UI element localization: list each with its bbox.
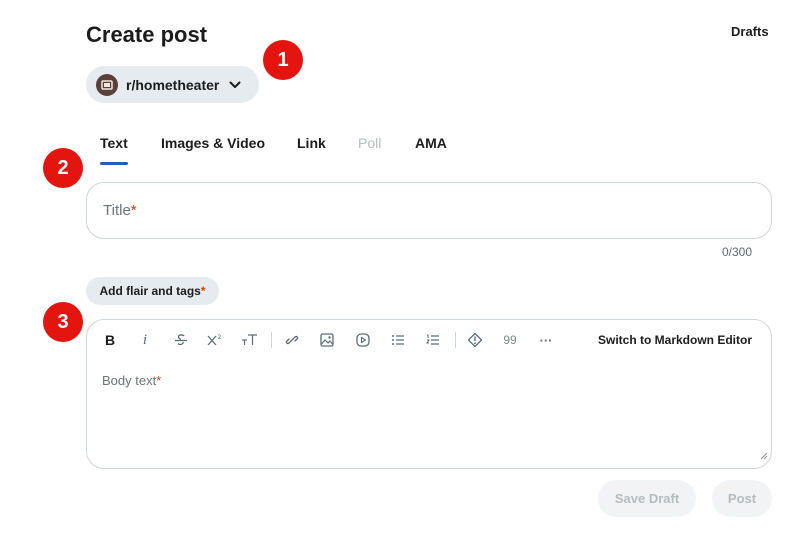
tab-ama[interactable]: AMA [415, 135, 447, 151]
title-required-mark: * [130, 202, 137, 219]
image-icon[interactable] [318, 330, 336, 350]
page-title: Create post [86, 22, 208, 47]
spoiler-icon[interactable] [466, 330, 484, 350]
flair-required-mark: * [200, 284, 206, 298]
tab-link[interactable]: Link [297, 135, 326, 151]
annotation-marker-3: 3 [43, 302, 83, 342]
tab-poll: Poll [358, 135, 382, 151]
quote-icon[interactable]: 99 [501, 330, 519, 350]
community-avatar-icon [96, 73, 118, 96]
video-icon[interactable] [354, 330, 372, 350]
tab-images-video[interactable]: Images & Video [161, 135, 265, 151]
annotation-marker-1: 1 [263, 40, 303, 80]
community-selector[interactable]: r/hometheater [86, 66, 259, 103]
add-flair-button[interactable]: Add flair and tags * [86, 277, 219, 305]
body-editor[interactable]: B i 2 99 ··· Switch to Markdown Editor B… [86, 319, 772, 469]
body-placeholder: Body text [102, 373, 157, 388]
toolbar-separator [271, 332, 272, 348]
bulleted-list-icon[interactable] [389, 330, 407, 350]
tab-text[interactable]: Text [100, 135, 128, 151]
superscript-icon[interactable]: 2 [206, 330, 224, 350]
numbered-list-icon[interactable] [424, 330, 442, 350]
body-required-mark: * [156, 373, 162, 388]
annotation-marker-2: 2 [43, 148, 83, 188]
resize-handle-icon[interactable] [760, 447, 768, 465]
strikethrough-icon[interactable] [172, 330, 190, 350]
drafts-link[interactable]: Drafts [731, 24, 769, 39]
title-input[interactable]: Title * [86, 182, 772, 239]
editor-toolbar: B i 2 99 ··· Switch to Markdown Editor [87, 320, 771, 360]
markdown-editor-switch[interactable]: Switch to Markdown Editor [598, 333, 752, 347]
body-text-input[interactable]: Body text* [102, 373, 161, 388]
svg-text:2: 2 [218, 334, 222, 341]
post-button[interactable]: Post [712, 480, 772, 517]
link-icon[interactable] [283, 330, 301, 350]
tab-underline [100, 162, 128, 165]
italic-icon[interactable]: i [139, 330, 151, 350]
chevron-down-icon [229, 81, 241, 89]
save-draft-button[interactable]: Save Draft [598, 480, 696, 517]
more-icon[interactable]: ··· [537, 330, 555, 350]
title-char-count: 0/300 [722, 245, 753, 259]
community-name: r/hometheater [126, 76, 220, 93]
flair-label: Add flair and tags [99, 284, 201, 298]
title-placeholder: Title [103, 202, 131, 219]
toolbar-separator [455, 332, 456, 348]
bold-icon[interactable]: B [103, 330, 117, 350]
heading-icon[interactable] [240, 330, 260, 350]
